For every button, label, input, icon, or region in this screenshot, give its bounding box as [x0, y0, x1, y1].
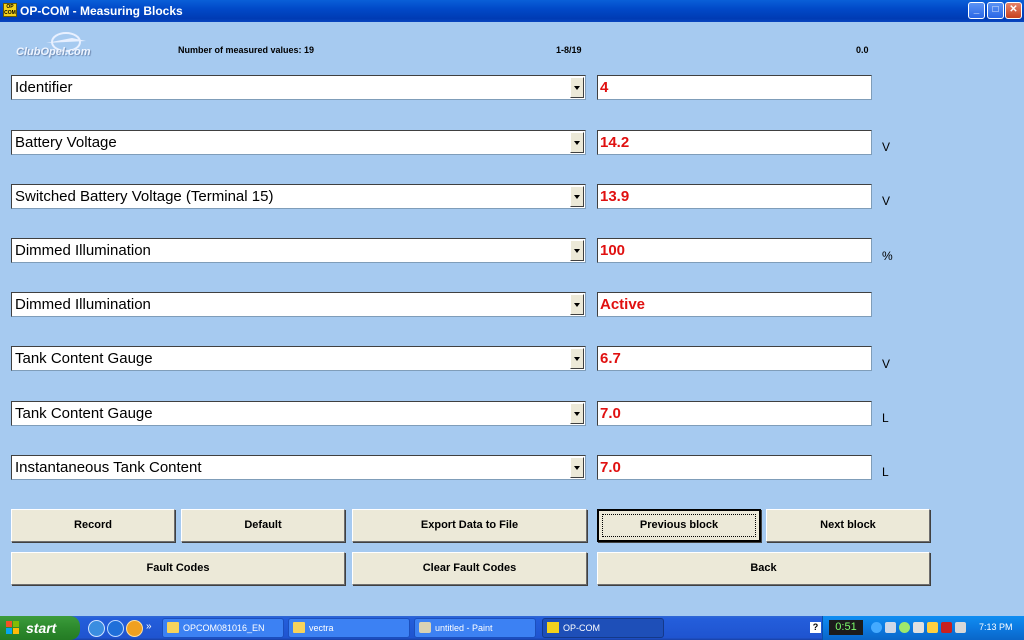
- page-indicator: 1-8/19: [556, 45, 582, 55]
- parameter-label: Instantaneous Tank Content: [15, 459, 202, 476]
- start-label: start: [26, 620, 57, 636]
- chevron-down-icon[interactable]: [570, 294, 584, 315]
- taskbar-item-vectra-folder[interactable]: vectra: [288, 618, 410, 638]
- taskbar-item-opcom-folder[interactable]: OPCOM081016_EN: [162, 618, 284, 638]
- parameter-value: 7.0: [597, 455, 872, 480]
- default-button[interactable]: Default: [181, 509, 345, 542]
- window-title: OP-COM - Measuring Blocks: [20, 4, 183, 18]
- logo-text: ClubOpel.com: [16, 46, 91, 58]
- parameter-value: 6.7: [597, 346, 872, 371]
- parameter-select[interactable]: Instantaneous Tank Content: [11, 455, 586, 480]
- parameter-label: Dimmed Illumination: [15, 242, 151, 259]
- parameter-value: Active: [597, 292, 872, 317]
- next-block-button[interactable]: Next block: [766, 509, 930, 542]
- parameter-value: 13.9: [597, 184, 872, 209]
- parameter-select[interactable]: Tank Content Gauge: [11, 346, 586, 371]
- parameter-select[interactable]: Battery Voltage: [11, 130, 586, 155]
- value-text: Active: [600, 296, 646, 313]
- chevron-down-icon[interactable]: [570, 240, 584, 261]
- minimize-button[interactable]: _: [968, 2, 985, 19]
- back-button[interactable]: Back: [597, 552, 930, 585]
- chevron-down-icon[interactable]: [570, 403, 584, 424]
- parameter-select[interactable]: Switched Battery Voltage (Terminal 15): [11, 184, 586, 209]
- parameter-label: Tank Content Gauge: [15, 405, 153, 422]
- system-tray: 0:51 7:13 PM: [822, 616, 1024, 640]
- chevron-down-icon[interactable]: [570, 457, 584, 478]
- taskbar-item-label: OPCOM081016_EN: [183, 623, 265, 633]
- timer-value: 0.0: [856, 45, 869, 55]
- value-text: 7.0: [600, 405, 621, 422]
- chevron-down-icon[interactable]: [570, 132, 584, 153]
- quicklaunch-browser-icon[interactable]: [107, 620, 124, 637]
- opcom-app-icon: [547, 622, 559, 633]
- parameter-unit: V: [882, 140, 891, 154]
- quicklaunch-media-icon[interactable]: [126, 620, 143, 637]
- help-icon[interactable]: ?: [810, 622, 821, 633]
- parameter-value: 7.0: [597, 401, 872, 426]
- chevron-down-icon[interactable]: [570, 77, 584, 98]
- quicklaunch-more-icon[interactable]: »: [146, 621, 152, 632]
- chevron-down-icon[interactable]: [570, 186, 584, 207]
- tray-status-icon[interactable]: [899, 622, 910, 633]
- taskbar-item-label: OP-COM: [563, 623, 600, 633]
- previous-block-button[interactable]: Previous block: [597, 509, 761, 542]
- chevron-down-icon[interactable]: [570, 348, 584, 369]
- tray-security-icon[interactable]: [927, 622, 938, 633]
- parameter-label: Switched Battery Voltage (Terminal 15): [15, 188, 274, 205]
- windows-taskbar: start » OPCOM081016_EN vectra untitled -…: [0, 616, 1024, 640]
- tray-monitor-icon[interactable]: [913, 622, 924, 633]
- measured-values-count: Number of measured values: 19: [178, 45, 315, 55]
- record-button[interactable]: Record: [11, 509, 175, 542]
- parameter-label: Battery Voltage: [15, 134, 117, 151]
- parameter-unit: L: [882, 465, 889, 479]
- clear-fault-codes-button[interactable]: Clear Fault Codes: [352, 552, 587, 585]
- parameter-unit: V: [882, 194, 891, 208]
- value-text: 14.2: [600, 134, 630, 151]
- parameter-unit: L: [882, 411, 889, 425]
- value-text: 100: [600, 242, 626, 259]
- taskbar-item-label: vectra: [309, 623, 334, 633]
- tray-clock: 7:13 PM: [979, 622, 1013, 632]
- tray-network-icon[interactable]: [871, 622, 882, 633]
- opcom-app-icon: OP COM: [3, 3, 17, 17]
- export-data-button[interactable]: Export Data to File: [352, 509, 587, 542]
- tray-readout: 0:51: [829, 620, 863, 635]
- parameter-unit: %: [882, 249, 893, 263]
- value-text: 7.0: [600, 459, 621, 476]
- value-text: 13.9: [600, 188, 630, 205]
- taskbar-item-opcom[interactable]: OP-COM: [542, 618, 664, 638]
- parameter-value: 100: [597, 238, 872, 263]
- parameter-select[interactable]: Identifier: [11, 75, 586, 100]
- quicklaunch-ie-icon[interactable]: [88, 620, 105, 637]
- parameter-label: Identifier: [15, 79, 73, 96]
- maximize-button[interactable]: □: [987, 2, 1004, 19]
- tray-ati-icon[interactable]: [941, 622, 952, 633]
- parameter-label: Dimmed Illumination: [15, 296, 151, 313]
- windows-flag-icon: [6, 621, 19, 634]
- paint-icon: [419, 622, 431, 633]
- taskbar-item-label: untitled - Paint: [435, 623, 493, 633]
- tray-volume-icon[interactable]: [955, 622, 966, 633]
- folder-icon: [293, 622, 305, 633]
- tray-display-icon[interactable]: [885, 622, 896, 633]
- parameter-select[interactable]: Dimmed Illumination: [11, 238, 586, 263]
- parameter-value: 14.2: [597, 130, 872, 155]
- value-text: 4: [600, 79, 609, 96]
- parameter-unit: V: [882, 357, 891, 371]
- start-button[interactable]: start: [0, 616, 80, 640]
- taskbar-item-paint[interactable]: untitled - Paint: [414, 618, 536, 638]
- parameter-value: 4: [597, 75, 872, 100]
- fault-codes-button[interactable]: Fault Codes: [11, 552, 345, 585]
- parameter-select[interactable]: Tank Content Gauge: [11, 401, 586, 426]
- close-button[interactable]: ✕: [1005, 2, 1022, 19]
- value-text: 6.7: [600, 350, 621, 367]
- window-titlebar[interactable]: OP COM OP-COM - Measuring Blocks _ □ ✕: [0, 0, 1024, 22]
- parameter-select[interactable]: Dimmed Illumination: [11, 292, 586, 317]
- parameter-label: Tank Content Gauge: [15, 350, 153, 367]
- folder-icon: [167, 622, 179, 633]
